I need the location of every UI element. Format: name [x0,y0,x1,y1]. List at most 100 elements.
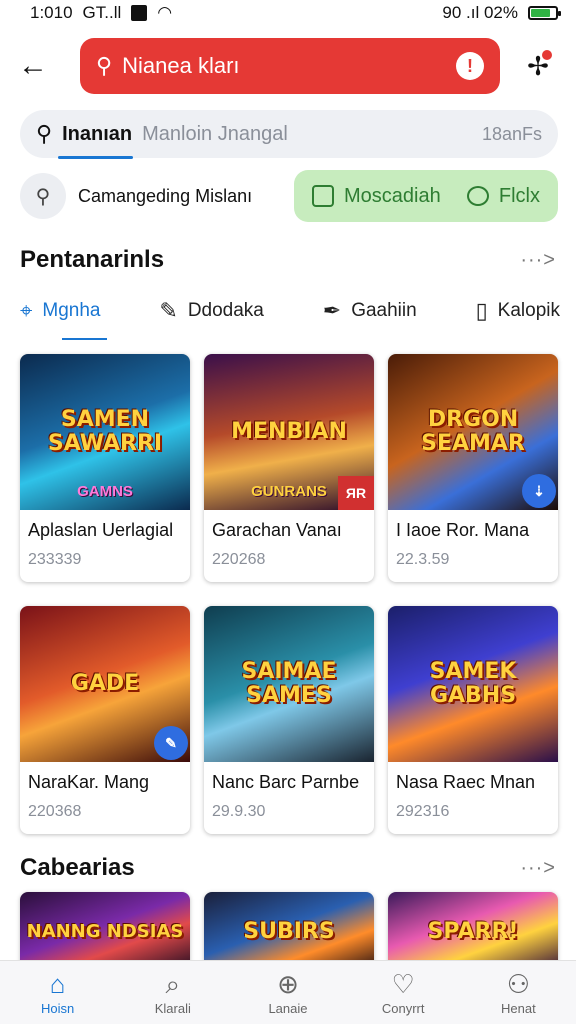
game-card[interactable]: SAIMAE SAMES Nanc Barc Parnbe 29.9.30 [204,606,374,834]
wifi-icon: ◠ [157,3,173,22]
pencil-icon: ✎ [159,298,178,323]
game-cover-image: SAMEK GABHS [388,606,558,762]
more-button[interactable]: ···> [520,857,556,880]
pin-icon[interactable]: ✢ [520,48,556,84]
nav-label: Klarali [154,1001,191,1016]
cover-title: DRGON SEAMAR [421,406,525,456]
cover-title: SAMEN SAWARRI [47,406,163,456]
battery-fill [531,9,551,17]
clipboard-icon [312,185,334,207]
nav-label: Lanaie [268,1001,308,1016]
back-arrow-icon[interactable]: ← [18,48,58,84]
chat-icon [466,186,489,206]
home-icon: ⌂ [49,969,66,999]
game-grid-row-2: GADE ✎ NaraKar. Mang 220368 SAIMAE SAMES… [20,606,558,834]
game-count: 233339 [28,551,82,568]
filter-label[interactable]: Camangeding Mislanı [78,186,294,207]
tab-category-1[interactable]: ⌖ Mgnha [20,298,106,340]
tab-label: Kalopik [497,300,560,321]
pin-icon: ⌖ [20,298,33,323]
nav-favorites[interactable]: ♡ Conyrrt [353,969,453,1016]
status-right-text: 90 .ıl 02% [442,3,518,22]
notification-icon [131,5,148,21]
game-count: 220268 [212,551,266,568]
nav-profile[interactable]: ⚇ Henat [468,969,568,1016]
section-title: Pentanarinls [20,246,165,273]
game-card[interactable]: SAMEK GABHS Nasa Raec Mnan 292316 [388,606,558,834]
edit-icon[interactable]: ✎ [154,726,188,760]
game-card[interactable]: MENBIAN GUNRANS ЯR Garachan Vanaı 220268 [204,354,374,582]
nav-label: Hoisn [40,1001,75,1016]
game-title: Garachan Vanaı [212,520,342,540]
section-header-1: Pentanarinls ···> [20,244,556,276]
cover-title: MENBIAN [231,418,347,444]
search-value: Manloin Jnangal [142,122,288,145]
nav-label: Henat [500,1001,536,1016]
game-cover-image: GADE ✎ [20,606,190,762]
chip-left-label: Moscadiah [344,184,441,207]
top-bar: ← ⚲ Nianea kları ! ✢ [0,38,576,94]
badge-icon: ЯR [338,476,374,510]
cover-title: GADE [70,670,140,696]
section-header-2: Cabearias ···> [20,852,556,884]
tab-category-2[interactable]: ✎ Ddodaka [159,298,264,328]
bookmark-icon: ▯ [475,298,488,323]
category-tabs: ⌖ Mgnha ✎ Ddodaka ✒ Gaahiin ▯ Kalopik [20,292,560,340]
game-title: Aplaslan Uerlagial [28,520,174,540]
search-input[interactable]: ⚲ Inanıan Manloin Jnangal 18anFs [20,110,558,159]
game-count: 22.3.59 [396,551,450,568]
game-count: 292316 [396,803,450,820]
game-cover-image: DRGON SEAMAR ⇣ [388,354,558,510]
cover-title: SAIMAE SAMES [241,658,337,708]
battery-icon [528,6,561,20]
filter-search-button[interactable]: ⚲ [20,173,66,219]
red-search-bar[interactable]: ⚲ Nianea kları ! [80,38,500,94]
filter-row: ⚲ Camangeding Mislanı Moscadiah Flclx [20,170,558,222]
nav-label: Conyrrt [381,1001,425,1016]
status-carrier: GT..ll [82,3,122,22]
profile-icon: ⚇ [506,969,530,999]
tab-category-4[interactable]: ▯ Kalopik [476,298,560,328]
search-count: 18anFs [481,123,542,144]
add-circle-icon: ⊕ [277,969,299,999]
tab-label: Mgnha [42,300,101,321]
search-icon: ⚲ [35,185,51,208]
pen-icon: ✒ [322,298,342,323]
section-title: Cabearias [20,854,135,881]
search-icon: ⚲ [36,121,53,146]
game-cover-image: MENBIAN GUNRANS ЯR [204,354,374,510]
heart-icon: ♡ [391,969,415,999]
game-count: 29.9.30 [212,803,266,820]
more-button[interactable]: ···> [520,249,556,272]
alert-icon[interactable]: ! [456,52,484,80]
red-search-text: Nianea kları [122,53,240,78]
nav-search[interactable]: ⌕ Klarali [123,969,223,1016]
chip-right-label: Flclx [498,184,540,207]
nav-add[interactable]: ⊕ Lanaie [238,969,338,1016]
cover-title: NANNG NDSIAS [26,921,184,943]
search-icon: ⚲ [96,53,113,78]
game-count: 220368 [28,803,82,820]
download-icon[interactable]: ⇣ [522,474,556,508]
status-bar: 1:010 GT..ll ◠ 90 .ıl 02% [0,0,576,26]
notification-dot [542,50,552,60]
cover-subtitle: GAMNS [77,483,133,500]
cover-title: SUBIRS [243,918,335,944]
green-action-chip[interactable]: Moscadiah Flclx [294,170,558,222]
tab-label: Gaahiin [351,300,417,321]
game-title: I Iaoe Ror. Mana [396,520,530,540]
search-icon: ⌕ [165,969,181,999]
game-title: Nasa Raec Mnan [396,772,536,792]
cover-title: SAMEK GABHS [429,658,517,708]
game-cover-image: SAIMAE SAMES [204,606,374,762]
game-card[interactable]: DRGON SEAMAR ⇣ I Iaoe Ror. Mana 22.3.59 [388,354,558,582]
tab-label: Ddodaka [187,300,264,321]
game-card[interactable]: SAMEN SAWARRI GAMNS Aplaslan Uerlagial 2… [20,354,190,582]
search-tab[interactable]: Inanıan [58,123,134,159]
game-card[interactable]: GADE ✎ NaraKar. Mang 220368 [20,606,190,834]
nav-home[interactable]: ⌂ Hoisn [8,969,108,1016]
game-cover-image: SAMEN SAWARRI GAMNS [20,354,190,510]
status-time: 1:010 [30,3,73,22]
bottom-nav: ⌂ Hoisn ⌕ Klarali ⊕ Lanaie ♡ Conyrrt ⚇ H… [0,960,576,1024]
tab-category-3[interactable]: ✒ Gaahiin [323,298,417,328]
